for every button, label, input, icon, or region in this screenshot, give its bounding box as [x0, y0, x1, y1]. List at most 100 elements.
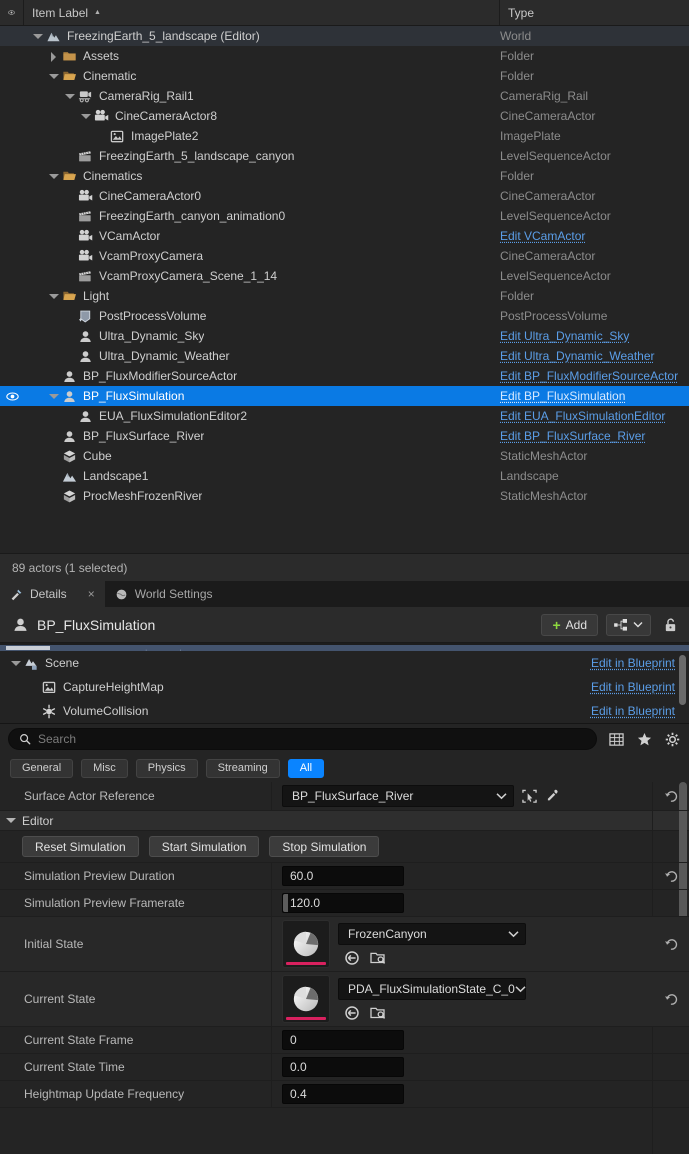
outliner-row-label-cell: CineCameraActor8 — [24, 108, 500, 124]
numeric-input[interactable]: 120.0 — [282, 893, 404, 913]
outliner-row[interactable]: ImagePlate2 ImagePlate — [0, 126, 689, 146]
outliner-row[interactable]: Assets Folder — [0, 46, 689, 66]
asset-thumbnail[interactable] — [282, 920, 330, 968]
expander-down-icon[interactable] — [80, 111, 91, 122]
column-visibility-eye[interactable] — [0, 0, 24, 25]
expander-right-icon[interactable] — [48, 51, 59, 62]
filter-chip-all[interactable]: All — [287, 758, 325, 778]
outliner-row[interactable]: PostProcessVolume PostProcessVolume — [0, 306, 689, 326]
component-tree[interactable]: ·· Scene Edit in Blueprint CaptureHeightMa… — [0, 643, 689, 724]
asset-thumbnail[interactable] — [282, 975, 330, 1023]
tab-world-settings[interactable]: World Settings — [104, 581, 223, 607]
expander-down-icon[interactable] — [48, 391, 59, 402]
reset-to-default-button[interactable] — [653, 937, 689, 952]
component-tree-scrollbar[interactable] — [679, 655, 686, 705]
use-selected-asset-icon[interactable] — [344, 1005, 360, 1021]
component-row[interactable]: CaptureHeightMap Edit in Blueprint — [0, 675, 689, 699]
edit-in-blueprint-link[interactable]: Edit in Blueprint — [591, 656, 675, 670]
outliner-row-edit-link[interactable]: Edit Ultra_Dynamic_Weather — [500, 349, 689, 363]
close-icon[interactable]: × — [88, 587, 95, 601]
expander-down-icon[interactable] — [10, 658, 21, 669]
expander-down-icon[interactable] — [64, 91, 75, 102]
outliner-row[interactable]: Cinematic Folder — [0, 66, 689, 86]
browse-to-asset-icon[interactable] — [370, 1005, 386, 1021]
edit-in-blueprint-link[interactable]: Edit in Blueprint — [591, 680, 675, 694]
outliner-row[interactable]: ProcMeshFrozenRiver StaticMeshActor — [0, 486, 689, 506]
start-simulation-button[interactable]: Start Simulation — [148, 836, 260, 857]
outliner-tree[interactable]: FreezingEarth_5_landscape (Editor) World A… — [0, 26, 689, 553]
expander-down-icon[interactable] — [48, 171, 59, 182]
add-component-button[interactable]: + Add — [541, 613, 598, 636]
expander-down-icon[interactable] — [48, 291, 59, 302]
reset-to-default-button[interactable] — [653, 789, 689, 804]
blueprint-actor-icon — [77, 348, 93, 364]
numeric-input[interactable]: 0.0 — [282, 1057, 404, 1077]
expander-down-icon[interactable] — [6, 818, 16, 823]
numeric-input[interactable]: 0.4 — [282, 1084, 404, 1104]
asset-dropdown[interactable]: FrozenCanyon — [338, 922, 526, 945]
outliner-row[interactable]: Cube StaticMeshActor — [0, 446, 689, 466]
reset-simulation-button[interactable]: Reset Simulation — [22, 836, 139, 857]
outliner-row[interactable]: Ultra_Dynamic_Weather Edit Ultra_Dynamic_… — [0, 346, 689, 366]
category-filter-bar[interactable]: General Misc Physics Streaming All — [0, 754, 689, 782]
outliner-row[interactable]: BP_FluxSurface_River Edit BP_FluxSurface_… — [0, 426, 689, 446]
tab-details[interactable]: Details × — [0, 581, 105, 607]
grid-view-icon[interactable] — [607, 732, 625, 747]
settings-gear-icon[interactable] — [663, 732, 681, 747]
outliner-row[interactable]: BP_FluxModifierSourceActor Edit BP_FluxMo… — [0, 366, 689, 386]
eyedropper-picker-icon[interactable] — [545, 789, 559, 803]
filter-chip-general[interactable]: General — [10, 758, 74, 778]
browse-to-asset-icon[interactable] — [370, 950, 386, 966]
outliner-row[interactable]: FreezingEarth_5_landscape (Editor) World — [0, 26, 689, 46]
outliner-row[interactable]: BP_FluxSimulation Edit BP_FluxSimulation — [0, 386, 689, 406]
filter-chip-streaming[interactable]: Streaming — [205, 758, 280, 778]
outliner-row-edit-link[interactable]: Edit BP_FluxSurface_River — [500, 429, 689, 443]
outliner-row[interactable]: Landscape1 Landscape — [0, 466, 689, 486]
lock-details-button[interactable] — [659, 614, 681, 636]
outliner-row-edit-link[interactable]: Edit Ultra_Dynamic_Sky — [500, 329, 689, 343]
outliner-row[interactable]: EUA_FluxSimulationEditor2 Edit EUA_FluxSi… — [0, 406, 689, 426]
reset-to-default-button[interactable] — [653, 992, 689, 1007]
select-actor-icon[interactable] — [522, 789, 537, 804]
asset-dropdown[interactable]: PDA_FluxSimulationState_C_0 — [338, 977, 526, 1000]
stop-simulation-button[interactable]: Stop Simulation — [269, 836, 380, 857]
column-item-label[interactable]: Item Label ▲ — [24, 0, 500, 25]
surface-actor-reference-dropdown[interactable]: BP_FluxSurface_River — [282, 785, 514, 807]
folder-open-icon — [61, 68, 77, 84]
numeric-input[interactable]: 60.0 — [282, 866, 404, 886]
expander-down-icon[interactable] — [48, 71, 59, 82]
outliner-row[interactable]: Light Folder — [0, 286, 689, 306]
outliner-row[interactable]: VCamActor Edit VCamActor — [0, 226, 689, 246]
outliner-row[interactable]: FreezingEarth_canyon_animation0 LevelSequ… — [0, 206, 689, 226]
edit-in-blueprint-link[interactable]: Edit in Blueprint — [591, 704, 675, 718]
favorites-star-icon[interactable] — [635, 732, 653, 747]
column-type[interactable]: Type — [500, 0, 689, 25]
property-list[interactable]: Surface Actor Reference BP_FluxSurface_Ri… — [0, 782, 689, 1154]
outliner-row-edit-link[interactable]: Edit BP_FluxModifierSourceActor — [500, 369, 689, 383]
details-view-options-button[interactable] — [606, 613, 651, 636]
component-row[interactable]: VolumeCollision Edit in Blueprint — [0, 699, 689, 723]
component-row[interactable]: Scene Edit in Blueprint — [0, 651, 689, 675]
outliner-row-edit-link[interactable]: Edit BP_FluxSimulation — [500, 389, 689, 403]
search-input[interactable]: Search — [8, 728, 597, 750]
outliner-row[interactable]: VcamProxyCamera CineCameraActor — [0, 246, 689, 266]
outliner-row-edit-link[interactable]: Edit VCamActor — [500, 229, 689, 243]
row-visibility-eye-icon[interactable] — [0, 390, 24, 403]
filter-chip-physics[interactable]: Physics — [135, 758, 198, 778]
property-value: BP_FluxSurface_River — [272, 782, 653, 810]
outliner-row[interactable]: VcamProxyCamera_Scene_1_14 LevelSequenceA… — [0, 266, 689, 286]
outliner-row[interactable]: CineCameraActor8 CineCameraActor — [0, 106, 689, 126]
filter-chip-misc[interactable]: Misc — [81, 758, 128, 778]
outliner-row[interactable]: CineCameraActor0 CineCameraActor — [0, 186, 689, 206]
category-header-editor[interactable]: Editor — [0, 811, 689, 831]
outliner-row[interactable]: FreezingEarth_5_landscape_canyon LevelSeq… — [0, 146, 689, 166]
outliner-row[interactable]: CameraRig_Rail1 CameraRig_Rail — [0, 86, 689, 106]
expander-down-icon[interactable] — [32, 31, 43, 42]
property-row: Current State Frame 0 — [0, 1027, 689, 1054]
outliner-row[interactable]: Cinematics Folder — [0, 166, 689, 186]
use-selected-asset-icon[interactable] — [344, 950, 360, 966]
numeric-input[interactable]: 0 — [282, 1030, 404, 1050]
outliner-row-edit-link[interactable]: Edit EUA_FluxSimulationEditor — [500, 409, 689, 423]
outliner-row[interactable]: Ultra_Dynamic_Sky Edit Ultra_Dynamic_Sky — [0, 326, 689, 346]
reset-to-default-button[interactable] — [653, 869, 689, 884]
